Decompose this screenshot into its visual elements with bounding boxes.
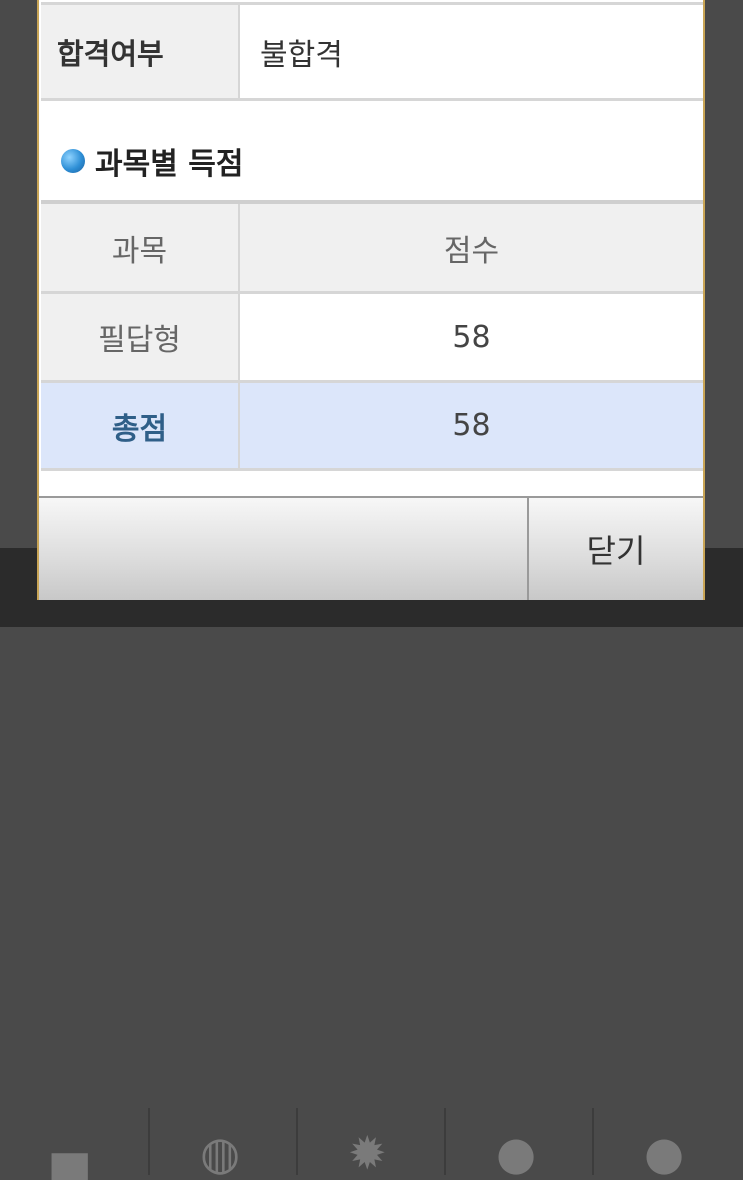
tab-divider: [444, 1108, 446, 1175]
gear-icon: ✹: [348, 1126, 387, 1180]
score-cell: 58: [452, 319, 491, 355]
table-row: 필답형 58: [41, 294, 703, 383]
tab-divider: [592, 1108, 594, 1175]
section-heading: 과목별 득점: [61, 141, 244, 182]
empty-button-area: [39, 498, 529, 600]
tab-divider: [148, 1108, 150, 1175]
close-button[interactable]: 닫기: [529, 498, 703, 600]
table-header-row: 과목 점수: [41, 200, 703, 294]
pass-status-row: 합격여부 불합격: [41, 2, 703, 101]
total-label: 총점: [41, 383, 240, 468]
tab-divider: [296, 1108, 298, 1175]
home-icon: ▄: [52, 1126, 88, 1180]
section-title: 과목별 득점: [95, 147, 244, 182]
pass-status-label: 합격여부: [41, 5, 240, 98]
globe-icon: ◍: [200, 1126, 241, 1180]
header-score: 점수: [443, 233, 500, 269]
header-subject: 과목: [41, 204, 240, 291]
subject-cell: 필답형: [41, 294, 240, 380]
blue-circle-bullet-icon: [61, 149, 85, 173]
score-result-dialog: 합격여부 불합격 과목별 득점 과목 점수 필답형 58 총점 58 닫기: [37, 0, 705, 600]
total-score: 58: [452, 408, 491, 443]
dialog-button-bar: 닫기: [39, 496, 703, 600]
info-icon: ●: [496, 1126, 537, 1180]
total-row: 총점 58: [41, 383, 703, 471]
location-icon: ●: [644, 1126, 685, 1180]
pass-status-value: 불합격: [260, 37, 343, 73]
